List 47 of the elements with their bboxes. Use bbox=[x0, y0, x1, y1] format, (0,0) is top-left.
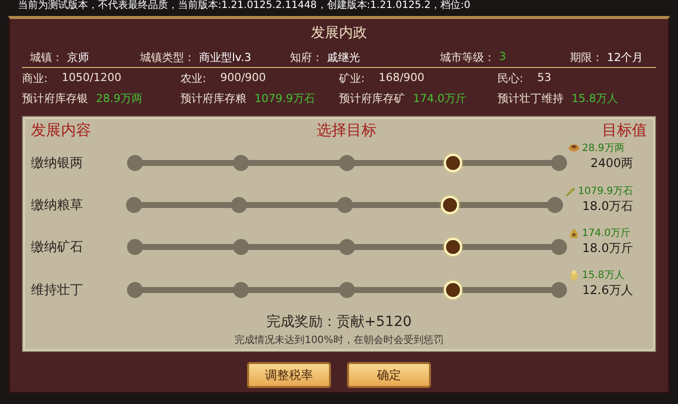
info-value: 京师 bbox=[67, 50, 89, 64]
info-label: 预计府库存矿 bbox=[339, 90, 405, 106]
info-label: 城市等级： bbox=[440, 50, 495, 64]
info-label: 预计府库存粮 bbox=[180, 90, 246, 106]
stock-amount: 28.9万两 bbox=[582, 142, 624, 156]
info-value: 28.9万两 bbox=[96, 90, 142, 106]
target-value: 12.6万人 bbox=[582, 282, 633, 300]
info-value: 168/900 bbox=[378, 70, 424, 86]
info-label: 商业: bbox=[22, 70, 48, 86]
info-label: 农业: bbox=[180, 70, 206, 86]
info-label: 城镇类型： bbox=[140, 50, 195, 64]
target-value: 18.0万石 bbox=[582, 198, 633, 215]
stock-amount: 174.0万斤 bbox=[582, 226, 631, 240]
column-header: 发展内容 bbox=[31, 121, 91, 140]
stock-amount: 1079.9万石 bbox=[578, 184, 633, 198]
info-value: 商业型lv.3 bbox=[199, 50, 252, 64]
reward-text: 完成奖励：贡献+5120 bbox=[266, 312, 412, 331]
info-label: 期限： bbox=[570, 50, 603, 64]
adjust-tax-button[interactable]: 调整税率 bbox=[247, 362, 331, 388]
info-label: 预计府库存银 bbox=[22, 90, 88, 106]
info-label: 矿业: bbox=[339, 70, 365, 86]
info-value: 53 bbox=[537, 70, 552, 86]
info-value: 1050/1200 bbox=[62, 70, 122, 86]
info-value: 15.8万人 bbox=[572, 90, 618, 106]
info-value: 174.0万斤 bbox=[413, 90, 466, 106]
info-label: 城镇： bbox=[30, 50, 63, 64]
resource-label: 缴纳银两 bbox=[31, 154, 84, 172]
resource-label: 缴纳粮草 bbox=[31, 197, 84, 214]
column-header: 目标值 bbox=[602, 121, 647, 140]
target-value: 2400两 bbox=[590, 155, 633, 172]
version-notice: 当前为测试版本，不代表最终品质，当前版本:1.21.0125.2.11448，创建版本:1.21.0125.2，档位:0 bbox=[17, 0, 472, 13]
window-title: 发展内政 bbox=[311, 24, 367, 43]
info-value: 戚继光 bbox=[327, 50, 360, 64]
info-value: 1079.9万石 bbox=[254, 90, 315, 106]
resource-label: 缴纳矿石 bbox=[31, 239, 84, 256]
info-value: 900/900 bbox=[220, 70, 266, 86]
column-header: 选择目标 bbox=[316, 121, 376, 140]
confirm-button[interactable]: 确定 bbox=[347, 362, 431, 388]
penalty-note: 完成情况未达到100%时，在朝会时会受到惩罚 bbox=[234, 334, 444, 347]
info-label: 预计壮丁维持 bbox=[498, 90, 564, 106]
info-label: 民心: bbox=[498, 70, 524, 86]
info-value: 3 bbox=[499, 50, 506, 64]
resource-label: 维持壮丁 bbox=[31, 282, 84, 299]
target-value: 18.0万斤 bbox=[582, 240, 633, 257]
info-value: 12个月 bbox=[607, 50, 643, 64]
info-label: 知府： bbox=[290, 50, 323, 64]
stock-amount: 15.8万人 bbox=[582, 269, 624, 282]
